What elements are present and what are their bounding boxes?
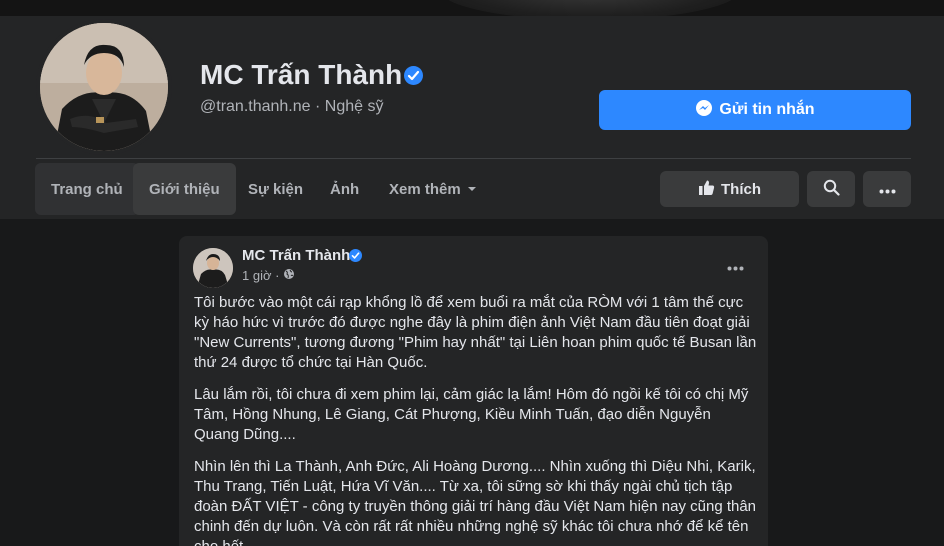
more-dots-icon: [727, 255, 744, 276]
post-paragraph: Nhìn lên thì La Thành, Anh Đức, Ali Hoàn…: [194, 458, 757, 546]
search-icon: [823, 179, 840, 200]
tab-events[interactable]: Sự kiện: [232, 163, 319, 215]
caret-down-icon: [467, 181, 477, 198]
like-page-button[interactable]: Thích: [660, 171, 799, 207]
tab-photos[interactable]: Ảnh: [314, 163, 375, 215]
more-options-button[interactable]: [863, 171, 911, 207]
post-author-name[interactable]: MC Trấn Thành: [242, 247, 350, 264]
more-dots-icon: [879, 181, 896, 198]
post-time-label: 1 giờ ·: [242, 268, 280, 283]
post-paragraph: Lâu lắm rồi, tôi chưa đi xem phim lại, c…: [194, 386, 749, 443]
profile-avatar[interactable]: [40, 23, 168, 151]
cover-image-fragment: [440, 0, 740, 16]
profile-header: MC Trấn Thành @tran.thanh.ne · Nghệ sỹ G…: [0, 16, 944, 219]
tab-events-label: Sự kiện: [248, 180, 304, 198]
header-divider: [36, 158, 911, 159]
tab-home[interactable]: Trang chủ: [35, 163, 139, 215]
profile-handle: @tran.thanh.ne · Nghệ sỹ: [200, 98, 384, 115]
verified-badge-icon: [404, 66, 423, 85]
post-author-avatar[interactable]: [193, 248, 233, 288]
globe-icon: [283, 268, 295, 283]
send-message-label: Gửi tin nhắn: [719, 101, 815, 118]
post-card: MC Trấn Thành 1 giờ · Tôi bước vào một c…: [179, 236, 768, 546]
post-timestamp[interactable]: 1 giờ ·: [242, 268, 295, 283]
tab-more-label: Xem thêm: [389, 180, 461, 198]
messenger-icon: [695, 99, 713, 122]
cover-photo[interactable]: [0, 0, 944, 16]
like-label: Thích: [721, 180, 761, 198]
tab-about[interactable]: Giới thiệu: [133, 163, 236, 215]
tab-home-label: Trang chủ: [51, 180, 123, 198]
search-button[interactable]: [807, 171, 855, 207]
send-message-button[interactable]: Gửi tin nhắn: [599, 90, 911, 130]
tab-more[interactable]: Xem thêm: [373, 163, 493, 215]
post-body: Tôi bước vào một cái rạp khổng lồ để xem…: [194, 293, 759, 546]
tab-photos-label: Ảnh: [330, 180, 360, 198]
profile-name: MC Trấn Thành: [200, 59, 403, 90]
post-options-button[interactable]: [717, 252, 753, 278]
post-paragraph: Tôi bước vào một cái rạp khổng lồ để xem…: [194, 294, 757, 371]
tab-about-label: Giới thiệu: [149, 180, 220, 198]
thumbs-up-icon: [698, 179, 715, 200]
verified-badge-icon: [349, 249, 362, 262]
